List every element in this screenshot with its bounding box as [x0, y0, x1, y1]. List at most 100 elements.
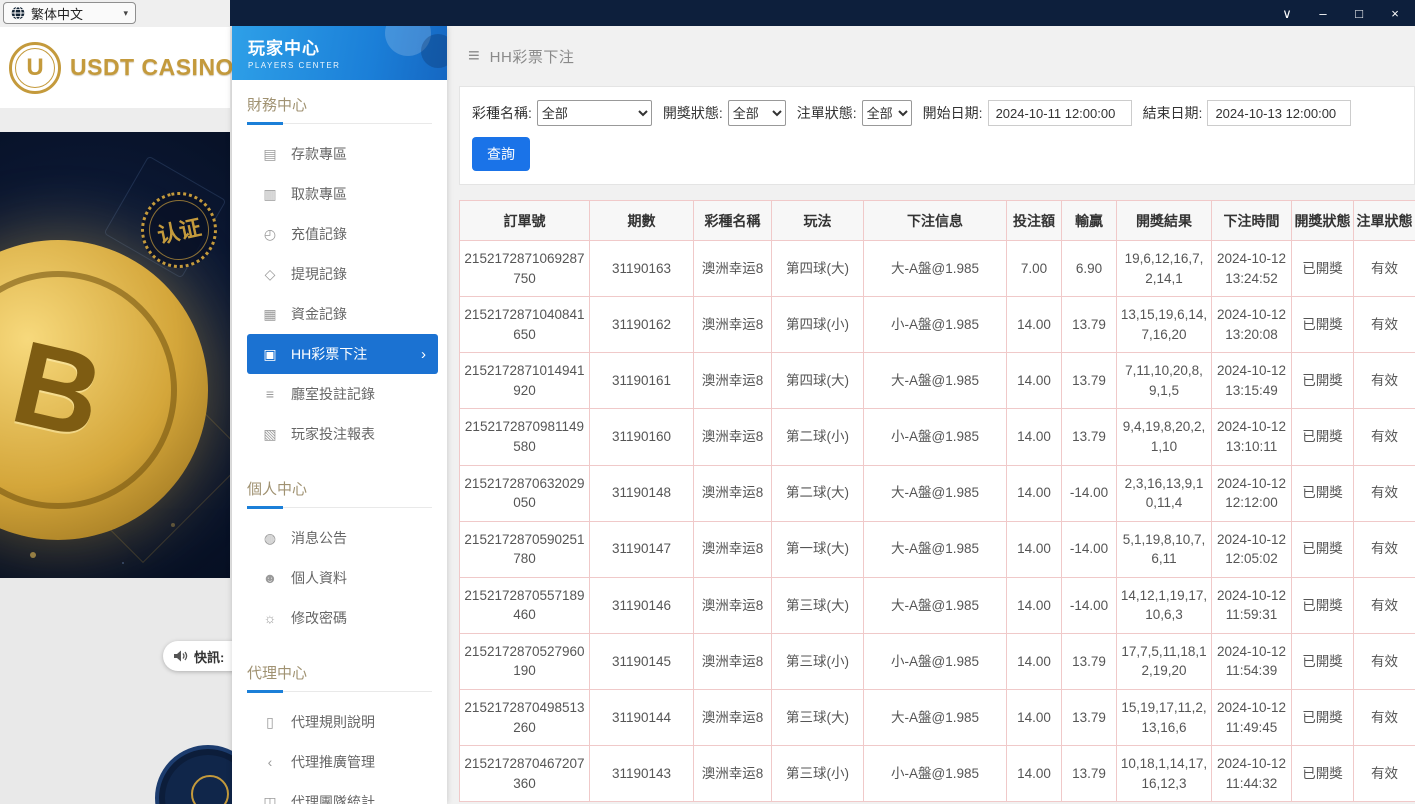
cell-order-no: 2152172870527960190	[460, 633, 590, 689]
col-header-draw-status: 開獎狀態	[1292, 201, 1354, 241]
brand-name: USDT CASINO	[70, 54, 234, 81]
sidebar-item-player-bet-report[interactable]: ▧玩家投注報表	[247, 414, 438, 454]
funds-record-icon: ▦	[262, 306, 278, 323]
sidebar-item-withdrawal-record[interactable]: ◇提現記錄	[247, 254, 438, 294]
cell-win-loss: 13.79	[1062, 690, 1117, 746]
sidebar-item-agent-rules[interactable]: ▯代理規則說明	[247, 702, 438, 742]
cell-bet-info: 小-A盤@1.985	[864, 409, 1007, 465]
players-center-subtitle: PLAYERS CENTER	[248, 61, 447, 70]
cell-order-status: 有效	[1354, 297, 1415, 353]
cell-bet-time: 2024-10-12 13:10:11	[1212, 409, 1292, 465]
cell-bet-amount: 14.00	[1007, 465, 1062, 521]
sidebar-item-deposit[interactable]: ▤存款專區	[247, 134, 438, 174]
draw-status-select[interactable]: 全部	[728, 100, 786, 126]
hero-banner: B 认证	[0, 132, 230, 578]
cell-bet-time: 2024-10-12 11:49:45	[1212, 690, 1292, 746]
cell-order-no: 2152172871069287750	[460, 241, 590, 297]
cell-win-loss: 13.79	[1062, 633, 1117, 689]
col-header-order-status: 注單狀態	[1354, 201, 1415, 241]
maximize-icon[interactable]: □	[1351, 7, 1367, 20]
cell-win-loss: 13.79	[1062, 409, 1117, 465]
players-center-header: 玩家中心 PLAYERS CENTER	[232, 26, 447, 80]
sidebar-item-agent-promotion[interactable]: ‹代理推廣管理	[247, 742, 438, 782]
cell-bet-info: 大-A盤@1.985	[864, 577, 1007, 633]
cell-draw-result: 15,19,17,11,2,13,16,6	[1117, 690, 1212, 746]
cell-win-loss: -14.00	[1062, 465, 1117, 521]
table-row: 215217287059025178031190147澳洲幸运8第一球(大)大-…	[460, 521, 1415, 577]
cell-win-loss: 6.90	[1062, 241, 1117, 297]
cell-bet-time: 2024-10-12 11:54:39	[1212, 633, 1292, 689]
language-strip: 繁体中文 ▾	[0, 0, 230, 27]
cell-draw-status: 已開獎	[1292, 577, 1354, 633]
bet-status-select[interactable]: 全部	[862, 100, 912, 126]
cell-order-no: 2152172870557189460	[460, 577, 590, 633]
cell-draw-status: 已開獎	[1292, 353, 1354, 409]
sidebar-item-agent-team[interactable]: ◫代理團隊統計	[247, 782, 438, 804]
cell-play-type: 第一球(大)	[772, 521, 864, 577]
deposit-icon: ▤	[262, 146, 278, 163]
col-header-lottery-name: 彩種名稱	[694, 201, 772, 241]
cell-lottery-name: 澳洲幸运8	[694, 409, 772, 465]
cell-bet-info: 小-A盤@1.985	[864, 297, 1007, 353]
cell-period: 31190147	[590, 521, 694, 577]
cell-draw-status: 已開獎	[1292, 521, 1354, 577]
sidebar-item-label: 提現記錄	[291, 264, 347, 284]
table-row: 215217287055718946031190146澳洲幸运8第三球(大)大-…	[460, 577, 1415, 633]
cell-draw-result: 2,3,16,13,9,10,11,4	[1117, 465, 1212, 521]
cell-period: 31190163	[590, 241, 694, 297]
sidebar-item-password[interactable]: ☼修改密碼	[247, 598, 438, 638]
cell-order-no: 2152172871014941920	[460, 353, 590, 409]
dropdown-chevron-icon[interactable]: ∨	[1279, 7, 1295, 20]
search-button[interactable]: 查詢	[472, 137, 530, 171]
cell-period: 31190143	[590, 746, 694, 802]
cell-period: 31190160	[590, 409, 694, 465]
cell-bet-amount: 14.00	[1007, 409, 1062, 465]
end-date-input[interactable]	[1207, 100, 1351, 126]
table-row: 215217287101494192031190161澳洲幸运8第四球(大)大-…	[460, 353, 1415, 409]
cell-bet-info: 大-A盤@1.985	[864, 353, 1007, 409]
sidebar-item-lottery-bet[interactable]: ▣HH彩票下注›	[247, 334, 438, 374]
cell-order-status: 有效	[1354, 577, 1415, 633]
cell-order-status: 有效	[1354, 409, 1415, 465]
cell-win-loss: 13.79	[1062, 746, 1117, 802]
player-bet-report-icon: ▧	[262, 426, 278, 443]
sidebar-item-funds-record[interactable]: ▦資金記錄	[247, 294, 438, 334]
sidebar-section-title: 代理中心	[247, 662, 432, 692]
header-gap	[0, 108, 230, 132]
cell-bet-amount: 7.00	[1007, 241, 1062, 297]
lottery-name-select[interactable]: 全部	[537, 100, 652, 126]
brand-header: U USDT CASINO	[0, 27, 230, 108]
cell-bet-amount: 14.00	[1007, 577, 1062, 633]
bets-table-body: 215217287106928775031190163澳洲幸运8第四球(大)大-…	[460, 241, 1415, 802]
sidebar-item-message[interactable]: ◍消息公告	[247, 518, 438, 558]
table-row: 215217287104084165031190162澳洲幸运8第四球(小)小-…	[460, 297, 1415, 353]
start-date-input[interactable]	[988, 100, 1132, 126]
hamburger-menu-icon[interactable]: ≡	[468, 45, 480, 68]
cell-bet-info: 大-A盤@1.985	[864, 521, 1007, 577]
bets-table: 訂單號期數彩種名稱玩法下注信息投注額輸贏開獎結果下注時間開獎狀態注單狀態 215…	[459, 200, 1415, 802]
bitcoin-symbol: B	[1, 314, 115, 466]
sidebar-item-room-bet-record[interactable]: ≡廳室投註記錄	[247, 374, 438, 414]
cell-order-no: 2152172870467207360	[460, 746, 590, 802]
cell-bet-time: 2024-10-12 13:24:52	[1212, 241, 1292, 297]
sidebar-item-withdraw[interactable]: ▥取款專區	[247, 174, 438, 214]
table-row: 215217287098114958031190160澳洲幸运8第二球(小)小-…	[460, 409, 1415, 465]
sidebar-item-label: 修改密碼	[291, 608, 347, 628]
table-row: 215217287049851326031190144澳洲幸运8第三球(大)大-…	[460, 690, 1415, 746]
cell-draw-result: 13,15,19,6,14,7,16,20	[1117, 297, 1212, 353]
close-icon[interactable]: ×	[1387, 7, 1403, 20]
brand-initial: U	[26, 54, 43, 82]
page-header: ≡ HH彩票下注	[459, 26, 1415, 86]
cell-play-type: 第二球(小)	[772, 409, 864, 465]
language-selector[interactable]: 繁体中文 ▾	[3, 2, 136, 24]
cell-draw-status: 已開獎	[1292, 241, 1354, 297]
cell-bet-time: 2024-10-12 13:20:08	[1212, 297, 1292, 353]
cell-bet-amount: 14.00	[1007, 521, 1062, 577]
cell-draw-result: 7,11,10,20,8,9,1,5	[1117, 353, 1212, 409]
minimize-icon[interactable]: –	[1315, 7, 1331, 20]
sidebar-section-title: 財務中心	[247, 94, 432, 124]
sidebar-item-recharge-record[interactable]: ◴充值記錄	[247, 214, 438, 254]
cell-bet-amount: 14.00	[1007, 690, 1062, 746]
sidebar-item-label: 代理規則說明	[291, 712, 375, 732]
sidebar-item-profile[interactable]: ☻個人資料	[247, 558, 438, 598]
